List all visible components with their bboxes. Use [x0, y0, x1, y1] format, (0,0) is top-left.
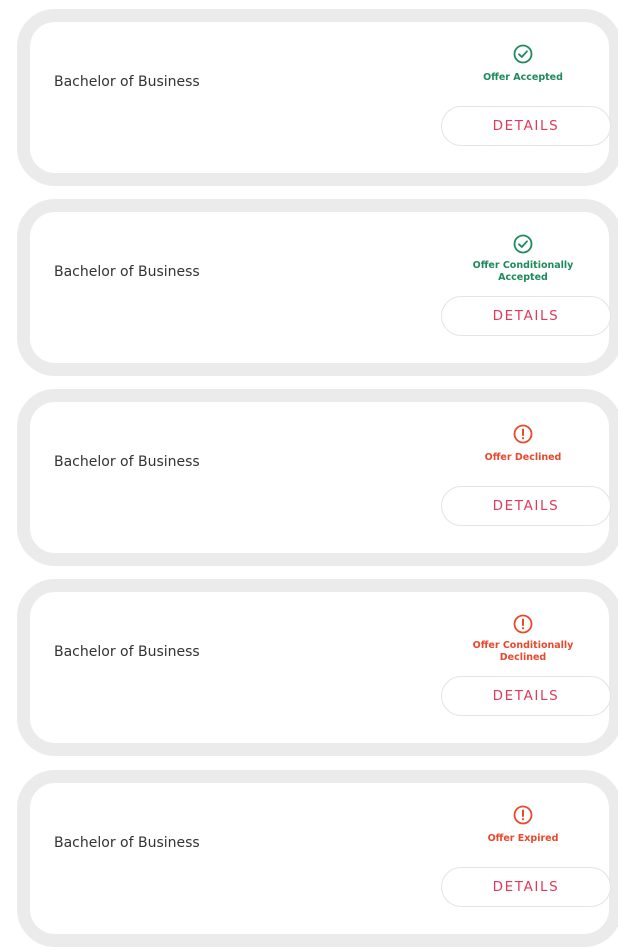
details-button[interactable]: DETAILS — [441, 486, 611, 526]
details-button[interactable]: DETAILS — [441, 867, 611, 907]
offer-card: Bachelor of Business Offer Conditionally… — [17, 199, 618, 376]
details-button[interactable]: DETAILS — [441, 296, 611, 336]
course-name: Bachelor of Business — [54, 264, 200, 280]
status-area: Offer Declined — [438, 424, 608, 464]
alert-circle-icon — [513, 614, 533, 634]
status-area: Offer Accepted — [438, 44, 608, 84]
details-button[interactable]: DETAILS — [441, 106, 611, 146]
alert-circle-icon — [513, 424, 533, 444]
status-area: Offer Conditionally Accepted — [438, 234, 608, 284]
course-name: Bachelor of Business — [54, 454, 200, 470]
offer-card: Bachelor of Business Offer Declined DETA… — [17, 389, 618, 566]
offer-card: Bachelor of Business Offer Conditionally… — [17, 579, 618, 756]
alert-circle-icon — [513, 805, 533, 825]
offer-card: Bachelor of Business Offer Accepted DETA… — [17, 9, 618, 186]
check-circle-icon — [513, 44, 533, 64]
status-text: Offer Conditionally Declined — [472, 640, 574, 663]
status-area: Offer Expired — [438, 805, 608, 845]
course-name: Bachelor of Business — [54, 644, 200, 660]
offer-card: Bachelor of Business Offer Expired DETAI… — [17, 770, 618, 947]
status-text: Offer Conditionally Accepted — [472, 260, 574, 283]
course-name: Bachelor of Business — [54, 74, 200, 90]
status-text: Offer Expired — [487, 833, 559, 844]
status-text: Offer Declined — [484, 452, 562, 463]
check-circle-icon — [513, 234, 533, 254]
course-name: Bachelor of Business — [54, 835, 200, 851]
details-button[interactable]: DETAILS — [441, 676, 611, 716]
offer-list: Bachelor of Business Offer Accepted DETA… — [0, 0, 618, 947]
status-area: Offer Conditionally Declined — [438, 614, 608, 664]
status-text: Offer Accepted — [483, 72, 563, 83]
